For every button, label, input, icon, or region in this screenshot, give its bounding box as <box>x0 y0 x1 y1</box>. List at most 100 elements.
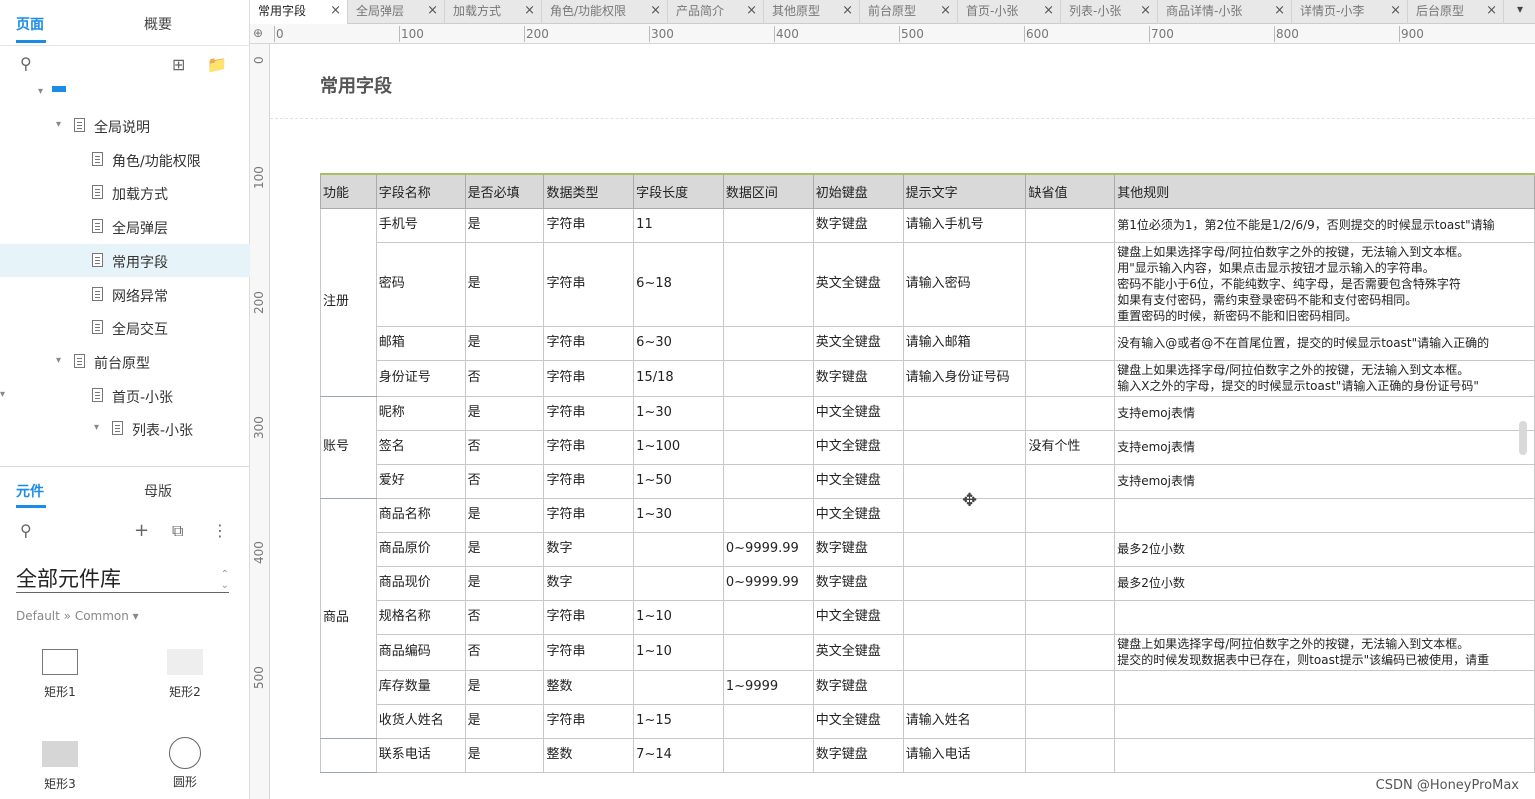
close-icon[interactable]: × <box>842 0 853 22</box>
close-icon[interactable]: × <box>330 0 341 22</box>
ruler-tick <box>1274 26 1275 42</box>
widget-circle[interactable]: 圆形 <box>150 737 220 790</box>
library-select[interactable]: 全部元件库 ⌃ ⌄ <box>16 563 229 593</box>
table-row[interactable]: 身份证号否字符串 15/18 数字键盘 请输入身份证号码 键盘上如果选择字母/阿拉伯数字… <box>321 359 1535 397</box>
table-scrollbar[interactable] <box>1519 421 1527 455</box>
table-row[interactable]: 签名否字符串 1~100 中文全键盘 没有个性 支持emoj表情 <box>321 429 1535 465</box>
chevron-down-icon: ▾ <box>38 86 44 97</box>
table-cell <box>902 395 1027 431</box>
chevron-down-icon[interactable]: ▾ <box>56 119 61 130</box>
doc-tab[interactable]: 详情页-小李 × <box>1292 0 1408 24</box>
doc-tab[interactable]: 商品详情-小张 × <box>1158 0 1292 24</box>
close-icon[interactable]: × <box>650 0 661 22</box>
table-row[interactable]: 爱好否字符串 1~50 中文全键盘 支持emoj表情 <box>321 463 1535 499</box>
table-cell <box>1114 669 1535 705</box>
ruler-origin-icon[interactable]: ⊕ <box>253 26 263 40</box>
tab-overflow-chevron-icon[interactable]: ▾ <box>1517 2 1523 16</box>
doc-tab[interactable]: 常用字段 × <box>250 0 348 24</box>
ruler-tick-label: 200 <box>526 27 549 41</box>
table-row[interactable]: 商品现价是数字 0~9999.99 数字键盘 最多2位小数 <box>321 565 1535 601</box>
doc-tab[interactable]: 加载方式 × <box>445 0 542 24</box>
chevron-down-icon[interactable]: ▾ <box>56 355 61 366</box>
table-row[interactable]: 账号 昵称是字符串 1~30 中文全键盘 支持emoj表情 <box>320 395 1535 499</box>
table-row[interactable]: 注册 手机号是字符串 11 数字键盘 请输入手机号 第1位必须为1，第2位不能是1/2/6… <box>320 207 1535 397</box>
close-icon[interactable]: × <box>1043 0 1054 22</box>
close-icon[interactable]: × <box>1274 0 1285 22</box>
table-row[interactable]: 商品编码否字符串 1~10 英文全键盘 键盘上如果选择字母/阿拉伯数字之外的按键，无法… <box>321 633 1535 671</box>
close-icon[interactable]: × <box>1486 0 1497 22</box>
table-row[interactable]: 联系电话是整数 7~14 数字键盘 请输入电话 <box>320 737 1535 773</box>
search-icon[interactable]: ⚲ <box>20 56 32 72</box>
table-row[interactable]: 商品原价是数字 0~9999.99 数字键盘 最多2位小数 <box>321 531 1535 567</box>
doc-tab[interactable]: 后台原型 × <box>1408 0 1504 24</box>
page-icon <box>92 387 103 402</box>
widget-rect2[interactable]: 矩形2 <box>150 649 220 700</box>
library-subfilter[interactable]: Default » Common ▾ <box>16 609 139 623</box>
close-icon[interactable]: × <box>940 0 951 22</box>
table-cell <box>1025 325 1116 361</box>
table-cell: 1~30 <box>633 395 724 431</box>
table-header-cell: 初始键盘 <box>812 173 904 209</box>
add-folder-icon[interactable]: 📁 <box>207 57 227 73</box>
table-row[interactable]: 密码是字符串 6~18 英文全键盘 请输入密码 键盘上如果选择字母/阿拉伯数字之外的按键… <box>321 241 1535 327</box>
table-row[interactable]: 邮箱是字符串 6~30 英文全键盘 请输入邮箱 没有输入@或者@不在首尾位置，提交的时候… <box>321 325 1535 361</box>
close-icon[interactable]: × <box>524 0 535 22</box>
page-tree-item[interactable]: 全局交互 <box>0 311 250 344</box>
page-tree-item[interactable]: ▾ 全局说明 <box>0 109 250 142</box>
page-tree-item[interactable]: ▾ 首页-小张 <box>0 379 250 412</box>
tab-pages[interactable]: 页面 <box>16 14 44 34</box>
page-tree-item[interactable]: 角色/功能权限 <box>0 143 250 176</box>
ruler-tick-label: 100 <box>252 166 266 189</box>
widget-rect1[interactable]: 矩形1 <box>25 649 95 700</box>
doc-tab[interactable]: 列表-小张 × <box>1061 0 1158 24</box>
library-options-icon[interactable]: ⧉ <box>172 523 183 539</box>
doc-tab[interactable]: 其他原型 × <box>764 0 860 24</box>
table-cell: 数字键盘 <box>812 207 904 243</box>
chevron-down-icon[interactable]: ▾ <box>94 422 99 433</box>
table-cell: 请输入邮箱 <box>902 325 1027 361</box>
doc-tab[interactable]: 角色/功能权限 × <box>542 0 668 24</box>
tab-outline[interactable]: 概要 <box>144 14 172 34</box>
doc-tab[interactable]: 全局弹层 × <box>348 0 445 24</box>
chevron-down-icon[interactable]: ▾ <box>0 389 5 400</box>
more-menu-icon[interactable]: ⋮ <box>212 523 228 539</box>
add-page-icon[interactable]: ⊞ <box>172 57 185 73</box>
table-cell: 中文全键盘 <box>812 463 904 499</box>
table-cell: 数字键盘 <box>812 565 904 601</box>
table-cell: 商品现价 <box>375 565 466 601</box>
doc-tab-label: 列表-小张 <box>1069 4 1122 18</box>
table-cell <box>1025 359 1116 397</box>
page-tree-item[interactable]: 网络异常 <box>0 278 250 311</box>
close-icon[interactable]: × <box>746 0 757 22</box>
doc-tab[interactable]: 前台原型 × <box>860 0 958 24</box>
table-row[interactable]: 库存数量是整数 1~9999 数字键盘 <box>321 669 1535 705</box>
page-icon <box>92 320 103 335</box>
search-icon[interactable]: ⚲ <box>20 523 32 539</box>
tab-masters[interactable]: 母版 <box>144 481 172 501</box>
table-row[interactable]: 收货人姓名是字符串 1~15 中文全键盘 请输入姓名 <box>321 703 1535 739</box>
ruler-tick-label: 400 <box>252 541 266 564</box>
table-row[interactable]: 规格名称否字符串 1~10 中文全键盘 <box>321 599 1535 635</box>
table-cell: 数字键盘 <box>812 669 904 705</box>
page-tree-item[interactable]: 常用字段 <box>0 243 250 277</box>
ruler-tick-label: 900 <box>1401 27 1424 41</box>
doc-tab[interactable]: 产品简介 × <box>668 0 764 24</box>
page-tree-item[interactable]: ▾ 前台原型 <box>0 345 250 378</box>
add-library-icon[interactable]: + <box>134 522 149 540</box>
table-row[interactable]: 商品 商品名称是字符串 1~30 中文全键盘 <box>320 497 1535 739</box>
close-icon[interactable]: × <box>1140 0 1151 22</box>
page-tree-item[interactable]: 全局弹层 <box>0 210 250 243</box>
page-tree-item[interactable]: ▾ 列表-小张 <box>0 412 250 445</box>
tab-widgets[interactable]: 元件 <box>16 481 44 501</box>
widget-rect3[interactable]: 矩形3 <box>25 741 95 792</box>
close-icon[interactable]: × <box>427 0 438 22</box>
page-tree-item-partial[interactable]: ▾ <box>0 86 250 109</box>
doc-tab[interactable]: 首页-小张 × <box>958 0 1061 24</box>
ruler-tick-label: 600 <box>1026 27 1049 41</box>
rectangle-icon <box>42 741 78 767</box>
page-tree-item[interactable]: 加载方式 <box>0 176 250 209</box>
page-tree-label: 列表-小张 <box>132 423 194 440</box>
field-table[interactable]: 功能 字段名称 是否必填 数据类型 字段长度 数据区间 初始键盘 提示文字 缺省值 其他规则 注册… <box>320 173 1535 773</box>
table-cell: 字符串 <box>543 207 635 243</box>
close-icon[interactable]: × <box>1390 0 1401 22</box>
